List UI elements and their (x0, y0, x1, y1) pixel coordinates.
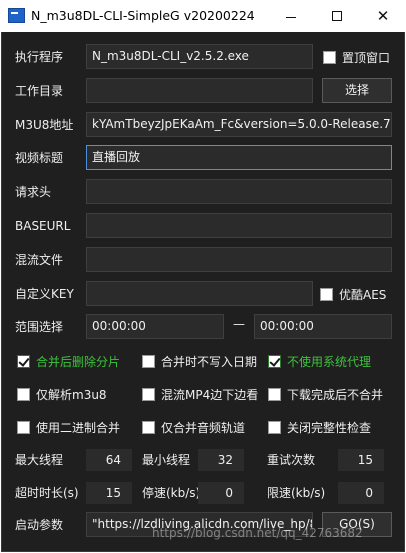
timeout-field[interactable]: 15 (86, 482, 132, 504)
youku-aes-checkbox-box[interactable] (320, 287, 333, 301)
app-icon (8, 8, 25, 23)
range-end-field[interactable]: 00:00:00 (254, 314, 392, 339)
main-panel: 执行程序 N_m3u8DL-CLI_v2.5.2.exe 置顶窗口 工作目录 选… (1, 32, 405, 552)
option-live-mux[interactable]: 混流MP4边下边看 (142, 386, 258, 402)
exe-label: 执行程序 (15, 50, 64, 64)
option-audio-only-box[interactable] (142, 420, 155, 434)
topmost-checkbox[interactable]: 置顶窗口 (323, 49, 390, 65)
option-parse-only-label: 仅解析m3u8 (36, 387, 107, 402)
close-button[interactable]: ✕ (360, 0, 406, 32)
baseurl-label: BASEURL (15, 219, 71, 233)
stop-speed-field[interactable]: 0 (198, 482, 244, 504)
range-label: 范围选择 (15, 320, 64, 334)
maximize-icon (332, 11, 342, 21)
range-separator: — (233, 317, 245, 331)
option-delete-segments-label: 合并后删除分片 (36, 354, 121, 369)
option-no-merge-label: 下载完成后不合并 (287, 387, 384, 402)
m3u8-label: M3U8地址 (15, 118, 74, 132)
topmost-label: 置顶窗口 (342, 50, 391, 65)
title-bar: N_m3u8DL-CLI-SimpleG v20200224 ✕ (0, 0, 406, 32)
range-start-field[interactable]: 00:00:00 (86, 314, 224, 339)
retry-field[interactable]: 15 (338, 449, 384, 471)
option-no-integrity-box[interactable] (268, 420, 281, 434)
max-threads-field[interactable]: 64 (86, 449, 132, 471)
option-audio-only[interactable]: 仅合并音频轨道 (142, 419, 245, 435)
option-no-proxy-label: 不使用系统代理 (287, 354, 372, 369)
option-binary-merge-label: 使用二进制合并 (36, 420, 121, 435)
minimize-button[interactable] (268, 0, 314, 32)
stop-speed-label: 停速(kb/s) (142, 486, 201, 500)
topmost-checkbox-box[interactable] (323, 50, 336, 64)
option-no-proxy-box[interactable] (268, 354, 281, 368)
option-no-date[interactable]: 合并时不写入日期 (142, 353, 257, 369)
headers-field[interactable] (86, 179, 392, 204)
option-no-merge-box[interactable] (268, 387, 281, 401)
option-binary-merge[interactable]: 使用二进制合并 (17, 419, 120, 435)
exe-field[interactable]: N_m3u8DL-CLI_v2.5.2.exe (86, 44, 313, 69)
video-title-field[interactable]: 直播回放 (86, 145, 392, 170)
option-parse-only[interactable]: 仅解析m3u8 (17, 386, 107, 402)
option-live-mux-box[interactable] (142, 387, 155, 401)
option-no-merge[interactable]: 下载完成后不合并 (268, 386, 383, 402)
m3u8-url-field[interactable]: kYAmTbeyzJpEKaAm_Fc&version=5.0.0-Releas… (86, 112, 392, 137)
option-audio-only-label: 仅合并音频轨道 (161, 420, 246, 435)
option-binary-merge-box[interactable] (17, 420, 30, 434)
min-threads-label: 最小线程 (142, 453, 191, 467)
min-threads-field[interactable]: 32 (198, 449, 244, 471)
browse-button[interactable]: 选择 (322, 78, 392, 103)
window-title: N_m3u8DL-CLI-SimpleG v20200224 (31, 8, 255, 23)
option-no-integrity-label: 关闭完整性检查 (287, 420, 372, 435)
baseurl-field[interactable] (86, 213, 392, 238)
youku-aes-label: 优酷AES (339, 287, 387, 302)
custom-key-label: 自定义KEY (15, 287, 74, 301)
option-parse-only-box[interactable] (17, 387, 30, 401)
limit-speed-field[interactable]: 0 (338, 482, 384, 504)
video-title-label: 视频标题 (15, 151, 64, 165)
option-no-date-box[interactable] (142, 354, 155, 368)
workdir-field[interactable] (86, 78, 313, 103)
maximize-button[interactable] (314, 0, 360, 32)
limit-speed-label: 限速(kb/s) (267, 486, 326, 500)
minimize-icon (286, 16, 296, 18)
close-icon: ✕ (376, 7, 390, 25)
max-threads-label: 最大线程 (15, 453, 64, 467)
option-no-proxy[interactable]: 不使用系统代理 (268, 353, 371, 369)
mux-file-label: 混流文件 (15, 253, 64, 267)
workdir-label: 工作目录 (15, 84, 64, 98)
option-live-mux-label: 混流MP4边下边看 (161, 387, 259, 402)
timeout-label: 超时时长(s) (15, 486, 79, 500)
option-no-integrity[interactable]: 关闭完整性检查 (268, 419, 371, 435)
watermark: https://blog.csdn.net/qq_42763682 (152, 526, 363, 540)
option-delete-segments-box[interactable] (17, 354, 30, 368)
retry-label: 重试次数 (267, 453, 316, 467)
mux-file-field[interactable] (86, 247, 392, 272)
custom-key-field[interactable] (86, 281, 313, 306)
option-delete-segments[interactable]: 合并后删除分片 (17, 353, 120, 369)
launch-args-label: 启动参数 (15, 518, 64, 532)
option-no-date-label: 合并时不写入日期 (161, 354, 258, 369)
headers-label: 请求头 (15, 185, 52, 199)
youku-aes-checkbox[interactable]: 优酷AES (320, 286, 386, 302)
